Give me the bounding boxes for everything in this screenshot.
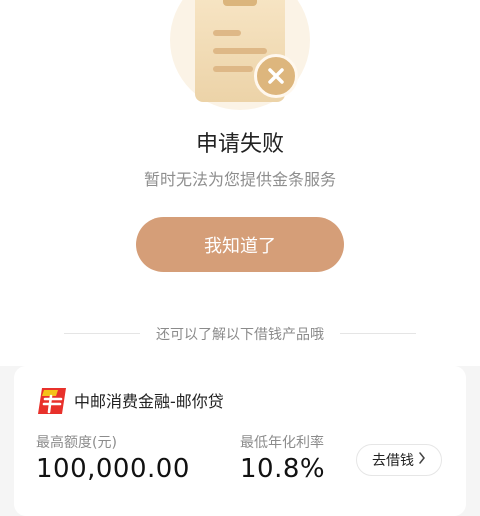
borrow-button[interactable]: 去借钱 bbox=[356, 444, 442, 476]
clipboard-clip-icon bbox=[223, 0, 257, 6]
product-name: 中邮消费金融-邮你贷 bbox=[74, 392, 224, 411]
error-x-icon bbox=[254, 54, 298, 98]
clipboard-line bbox=[213, 30, 241, 36]
postal-logo-icon bbox=[36, 386, 68, 416]
rate-label: 最低年化利率 bbox=[240, 435, 324, 451]
recommend-divider: 还可以了解以下借钱产品哦 bbox=[0, 318, 480, 348]
result-message: 暂时无法为您提供金条服务 bbox=[143, 170, 336, 189]
result-panel: 申请失败 暂时无法为您提供金条服务 我知道了 还可以了解以下借钱产品哦 bbox=[0, 0, 480, 366]
borrow-button-label: 去借钱 bbox=[372, 453, 414, 469]
confirm-button[interactable]: 我知道了 bbox=[136, 217, 344, 272]
clipboard-line bbox=[213, 48, 267, 54]
product-card[interactable]: 中邮消费金融-邮你贷 最高额度(元) 100,000.00 最低年化利率 10.… bbox=[14, 366, 466, 516]
clipboard-line bbox=[213, 66, 253, 72]
recommend-text: 还可以了解以下借钱产品哦 bbox=[156, 327, 324, 343]
limit-label: 最高额度(元) bbox=[36, 435, 117, 451]
chevron-right-icon bbox=[418, 452, 426, 468]
result-title: 申请失败 bbox=[195, 132, 284, 157]
